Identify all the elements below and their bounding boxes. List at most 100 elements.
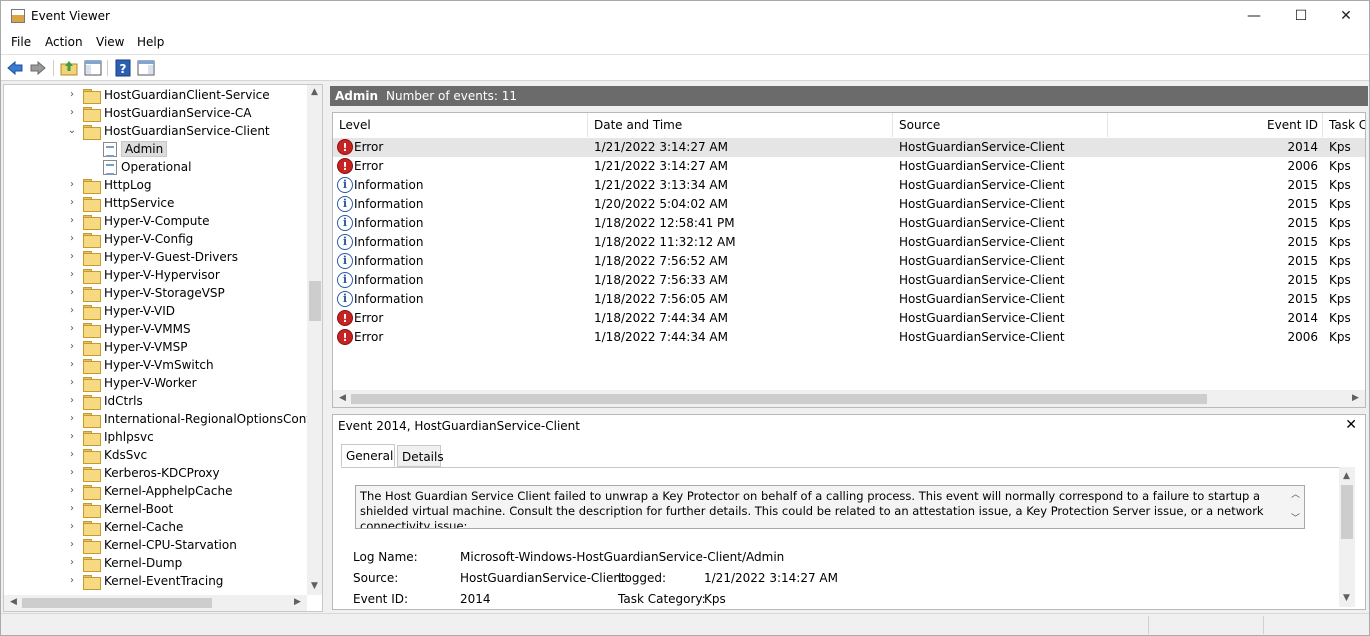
column-source[interactable]: Source [893, 113, 1108, 137]
menu-view[interactable]: View [96, 35, 124, 49]
detail-vscroll-thumb[interactable] [1341, 485, 1353, 539]
chevron-right-icon[interactable]: › [67, 467, 77, 479]
desc-scroll-down-icon[interactable]: ﹀ [1291, 512, 1300, 527]
tree-item[interactable]: › Hyper-V-Worker [4, 375, 308, 393]
chevron-right-icon[interactable]: › [67, 269, 77, 281]
table-row[interactable]: ! Error 1/21/2022 3:14:27 AM HostGuardianSe… [333, 157, 1365, 176]
tree-item[interactable]: › Kernel-ApphelpCache [4, 483, 308, 501]
tree-item[interactable]: ⌄ HostGuardianService-Client [4, 123, 308, 141]
back-arrow-icon[interactable] [6, 59, 24, 77]
tree-item[interactable]: › Hyper-V-VMMS [4, 321, 308, 339]
tab-general[interactable]: General [341, 444, 395, 467]
table-row[interactable]: i Information 1/21/2022 3:13:34 AM HostGuar… [333, 176, 1365, 195]
tree-item[interactable]: › KdsSvc [4, 447, 308, 465]
tree-item[interactable]: › Hyper-V-Guest-Drivers [4, 249, 308, 267]
tree-item[interactable]: › HttpService [4, 195, 308, 213]
chevron-right-icon[interactable]: › [67, 431, 77, 443]
column-task-category[interactable]: Task Ca [1323, 113, 1365, 137]
tree-item[interactable]: › IdCtrls [4, 393, 308, 411]
events-hscroll-thumb[interactable] [351, 394, 1207, 404]
chevron-right-icon[interactable]: › [67, 341, 77, 353]
chevron-right-icon[interactable]: › [67, 539, 77, 551]
column-event-id[interactable]: Event ID [1108, 113, 1323, 137]
scroll-left-arrow-icon[interactable]: ◀ [335, 391, 350, 406]
table-row[interactable]: i Information 1/18/2022 7:56:52 AM HostGuar… [333, 252, 1365, 271]
show-hide-action-pane-icon[interactable] [137, 59, 155, 77]
tree-item[interactable]: › Hyper-V-Compute [4, 213, 308, 231]
chevron-right-icon[interactable]: › [67, 305, 77, 317]
tree-item[interactable]: › Hyper-V-VID [4, 303, 308, 321]
chevron-right-icon[interactable]: › [67, 449, 77, 461]
tree-item[interactable]: › Hyper-V-Hypervisor [4, 267, 308, 285]
tree-item[interactable]: › Kerberos-KDCProxy [4, 465, 308, 483]
chevron-right-icon[interactable]: › [67, 557, 77, 569]
tree-horizontal-scrollbar[interactable]: ◀ ▶ [4, 595, 307, 611]
table-row[interactable]: i Information 1/18/2022 7:56:05 AM HostGuar… [333, 290, 1365, 309]
help-icon[interactable]: ? [114, 59, 132, 77]
menu-help[interactable]: Help [137, 35, 164, 49]
chevron-right-icon[interactable]: › [67, 287, 77, 299]
table-row[interactable]: ! Error 1/18/2022 7:44:34 AM HostGuardianSe… [333, 309, 1365, 328]
tree-vertical-scrollbar[interactable]: ▲ ▼ [307, 85, 322, 595]
tree-item[interactable]: › Kernel-EventTracing [4, 573, 308, 591]
chevron-right-icon[interactable]: › [67, 323, 77, 335]
chevron-right-icon[interactable]: › [67, 233, 77, 245]
tree-item[interactable]: › HttpLog [4, 177, 308, 195]
column-level[interactable]: Level [333, 113, 588, 137]
tree-hscroll-thumb[interactable] [22, 598, 212, 608]
desc-scroll-up-icon[interactable]: ︿ [1291, 488, 1300, 503]
tree-item[interactable]: › Kernel-Dump [4, 555, 308, 573]
tree-vscroll-thumb[interactable] [309, 281, 321, 321]
chevron-right-icon[interactable]: › [67, 377, 77, 389]
tree-item[interactable]: › HostGuardianService-CA [4, 105, 308, 123]
menu-file[interactable]: File [11, 35, 31, 49]
scroll-up-arrow-icon[interactable]: ▲ [1339, 469, 1354, 484]
scroll-left-arrow-icon[interactable]: ◀ [6, 595, 21, 610]
close-button[interactable]: ✕ [1323, 1, 1369, 32]
scroll-up-arrow-icon[interactable]: ▲ [307, 85, 322, 100]
tree-item[interactable]: › Hyper-V-VmSwitch [4, 357, 308, 375]
chevron-right-icon[interactable]: › [67, 197, 77, 209]
tree-item[interactable]: › HostGuardianClient-Service [4, 87, 308, 105]
tree-item[interactable]: › Hyper-V-Config [4, 231, 308, 249]
tree-item[interactable]: › Hyper-V-StorageVSP [4, 285, 308, 303]
table-row[interactable]: i Information 1/18/2022 7:56:33 AM HostGuar… [333, 271, 1365, 290]
maximize-button[interactable]: ☐ [1278, 1, 1324, 32]
detail-close-icon[interactable]: ✕ [1345, 417, 1357, 433]
tab-details[interactable]: Details [397, 445, 444, 467]
events-horizontal-scrollbar[interactable]: ◀ ▶ [333, 390, 1365, 407]
chevron-right-icon[interactable]: › [67, 107, 77, 119]
tree-item[interactable]: Admin [4, 141, 308, 159]
tree-item[interactable]: › International-RegionalOptionsControll [4, 411, 322, 429]
forward-arrow-icon[interactable] [29, 59, 47, 77]
up-folder-icon[interactable] [60, 59, 78, 77]
chevron-right-icon[interactable]: › [67, 395, 77, 407]
chevron-right-icon[interactable]: › [67, 413, 77, 425]
chevron-right-icon[interactable]: › [67, 359, 77, 371]
tree-item[interactable]: › Hyper-V-VMSP [4, 339, 308, 357]
chevron-right-icon[interactable]: › [67, 503, 77, 515]
chevron-right-icon[interactable]: › [67, 485, 77, 497]
scroll-right-arrow-icon[interactable]: ▶ [1348, 391, 1363, 406]
tree-item[interactable]: › Iphlpsvc [4, 429, 308, 447]
tree-item[interactable]: › Kernel-CPU-Starvation [4, 537, 308, 555]
table-row[interactable]: i Information 1/20/2022 5:04:02 AM HostGuar… [333, 195, 1365, 214]
chevron-right-icon[interactable]: › [67, 521, 77, 533]
chevron-down-icon[interactable]: ⌄ [67, 125, 77, 137]
chevron-right-icon[interactable]: › [67, 215, 77, 227]
table-row[interactable]: ! Error 1/18/2022 7:44:34 AM HostGuardianSe… [333, 328, 1365, 347]
chevron-right-icon[interactable]: › [67, 89, 77, 101]
table-row[interactable]: i Information 1/18/2022 12:58:41 PM HostGua… [333, 214, 1365, 233]
scroll-right-arrow-icon[interactable]: ▶ [290, 595, 305, 610]
scroll-down-arrow-icon[interactable]: ▼ [1339, 591, 1354, 606]
detail-vertical-scrollbar[interactable]: ▲ ▼ [1339, 467, 1355, 607]
minimize-button[interactable]: — [1231, 1, 1277, 32]
chevron-right-icon[interactable]: › [67, 179, 77, 191]
tree-item[interactable]: › Kernel-Boot [4, 501, 308, 519]
column-date-time[interactable]: Date and Time [588, 113, 893, 137]
menu-action[interactable]: Action [45, 35, 83, 49]
chevron-right-icon[interactable]: › [67, 575, 77, 587]
show-hide-console-tree-icon[interactable] [84, 59, 102, 77]
table-row[interactable]: i Information 1/18/2022 11:32:12 AM HostGua… [333, 233, 1365, 252]
tree-item[interactable]: › Kernel-Cache [4, 519, 308, 537]
